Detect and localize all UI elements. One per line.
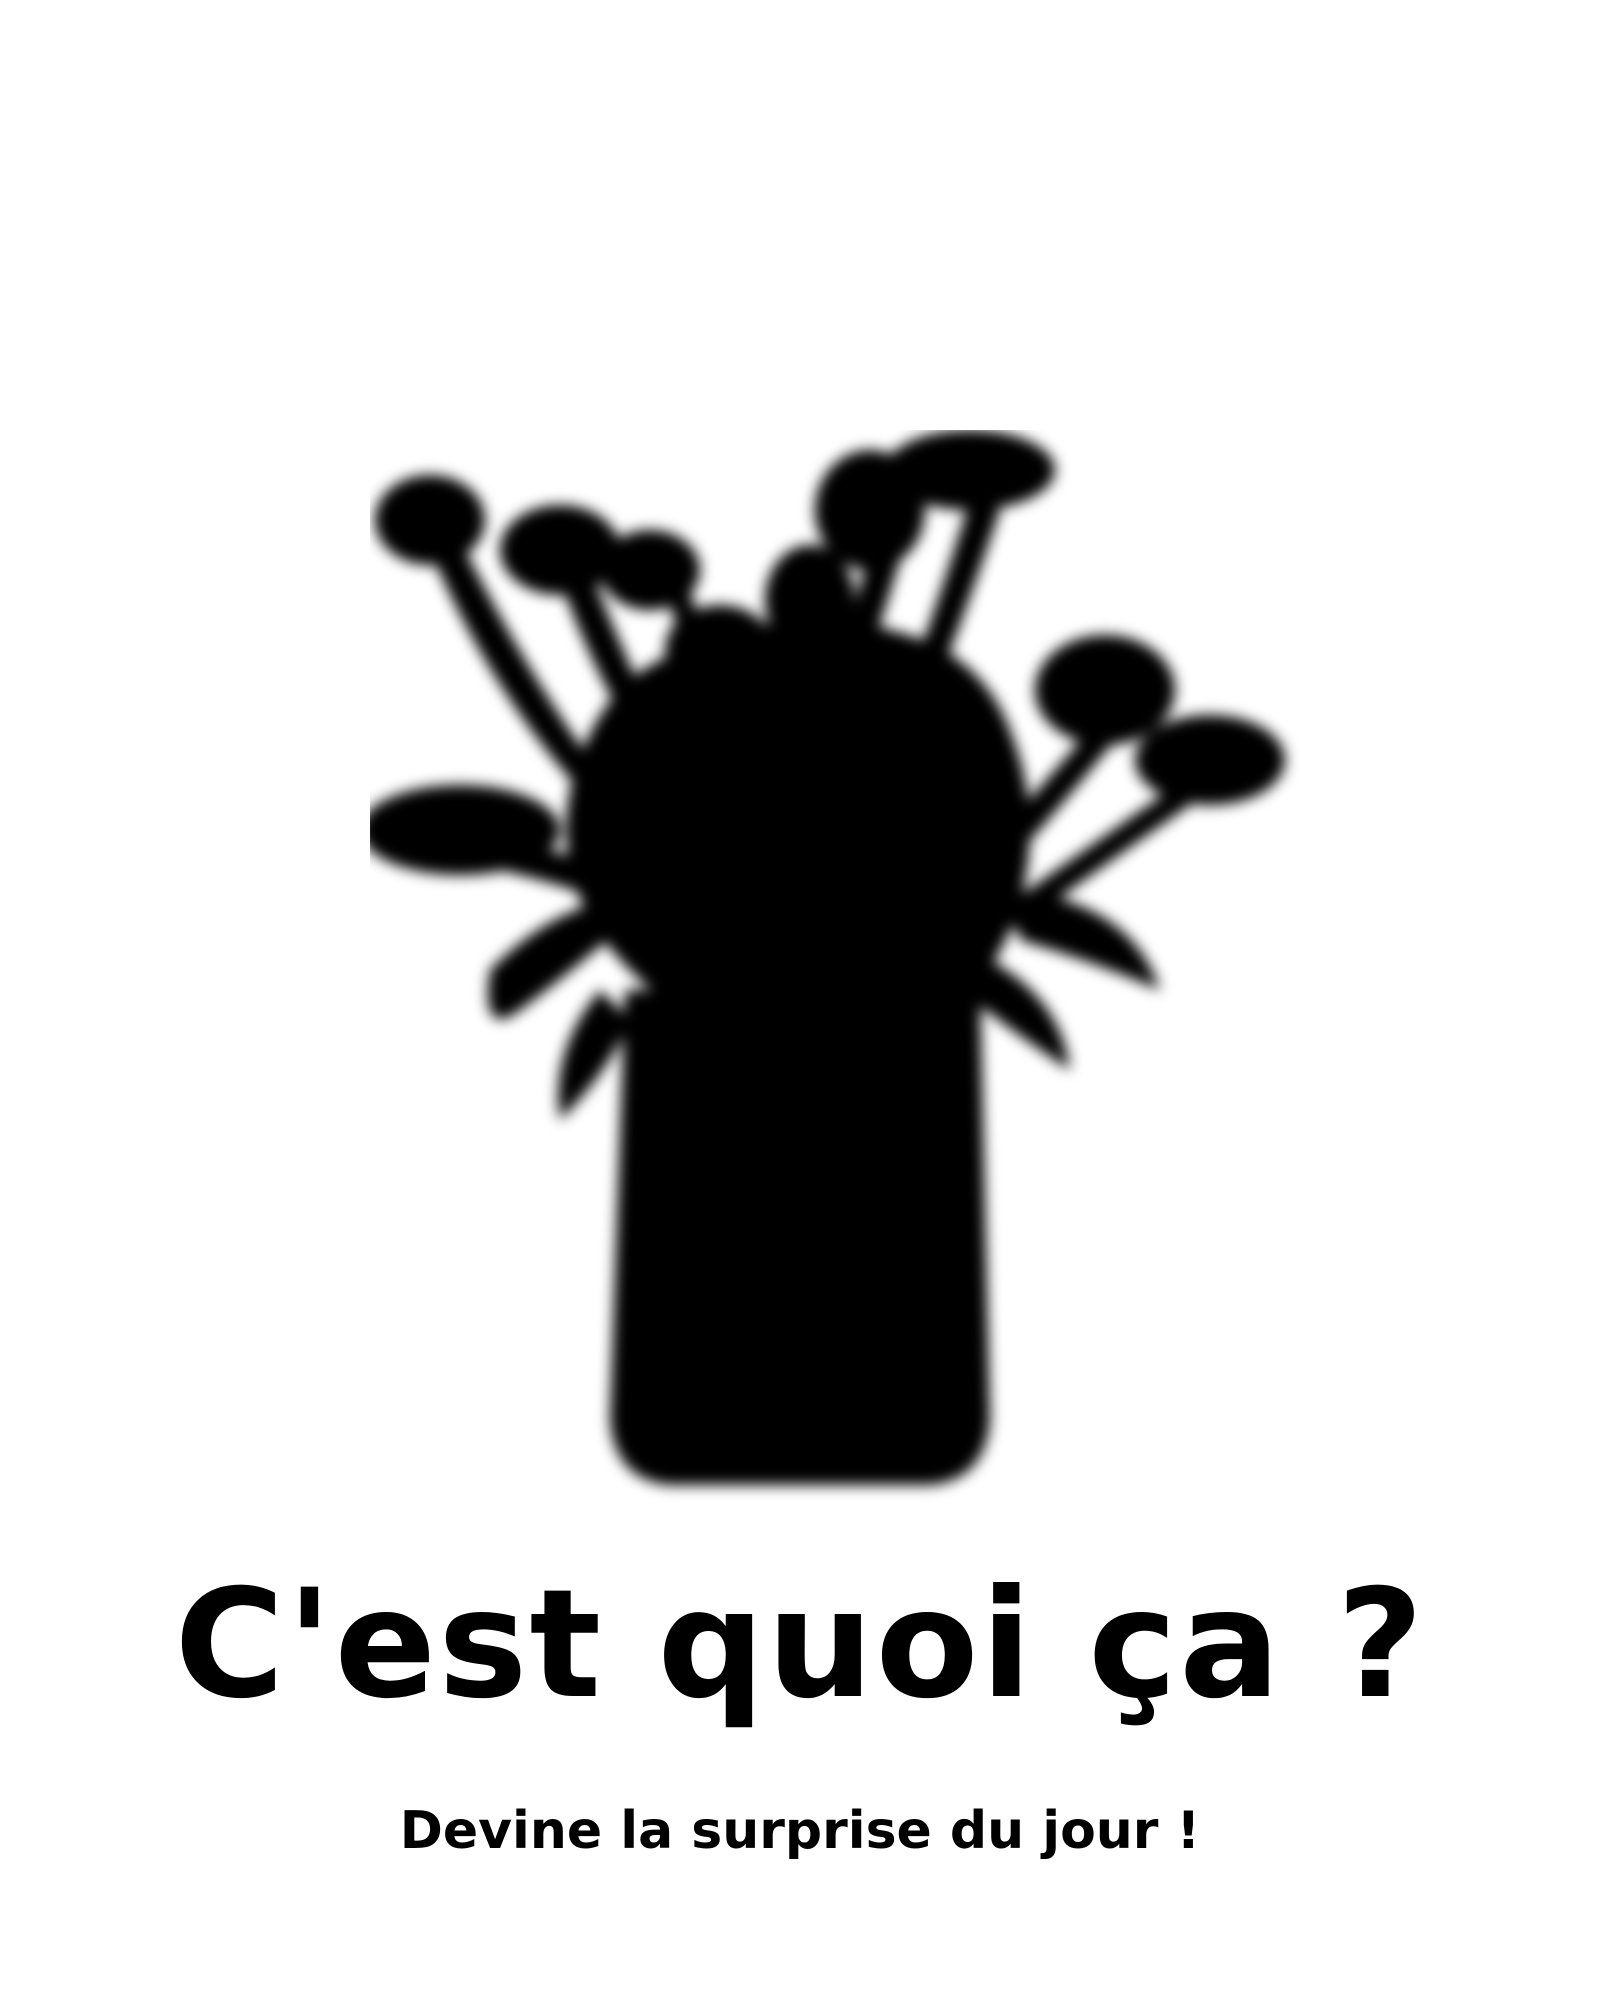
headline: C'est quoi ça ? <box>174 1558 1426 1732</box>
vase-shape <box>610 990 990 1485</box>
leaf <box>1010 890 1160 990</box>
flower-head <box>1135 715 1285 805</box>
flower-head <box>1035 635 1175 745</box>
flower-head <box>765 545 855 655</box>
flower-head <box>885 430 1055 510</box>
leaf <box>558 990 630 1120</box>
bouquet-silhouette-graphic <box>370 430 1285 1485</box>
flower-head <box>500 505 620 595</box>
flower-head <box>375 475 485 565</box>
poster: C'est quoi ça ? Devine la surprise du jo… <box>0 0 1600 2000</box>
subheadline: Devine la surprise du jour ! <box>399 1801 1201 1861</box>
bouquet-silhouette <box>370 430 1300 1520</box>
